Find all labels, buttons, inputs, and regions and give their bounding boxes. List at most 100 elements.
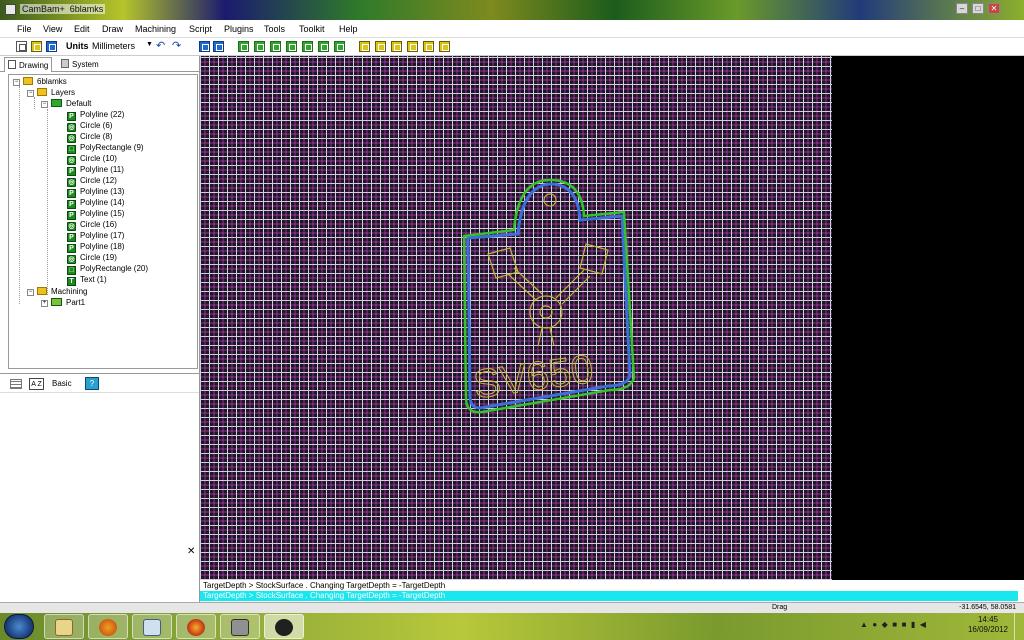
save-icon[interactable] [46, 41, 57, 52]
tree-layer-default[interactable]: − Default [41, 99, 91, 110]
tab-system[interactable]: System [58, 57, 102, 72]
taskbar-media-center[interactable] [132, 614, 172, 639]
rectangle-tool-icon[interactable] [286, 41, 297, 52]
show-desktop-button[interactable] [1014, 613, 1024, 640]
tree-machining[interactable]: − Machining [27, 287, 87, 298]
drawing-canvas[interactable]: SV650 [200, 56, 1024, 580]
doc-title: 6blamks [69, 4, 104, 14]
app-icon[interactable] [5, 4, 16, 15]
collapse-icon[interactable]: − [27, 289, 34, 296]
expand-icon[interactable]: + [41, 300, 48, 307]
pocket-op-icon[interactable] [375, 41, 386, 52]
units-select[interactable]: Millimeters [92, 41, 135, 51]
panel-close-icon[interactable]: ✕ [187, 546, 195, 557]
tree-entity-label: Polyline (15) [80, 209, 125, 218]
polyrectangle-icon: □ [67, 145, 76, 154]
tree-entity[interactable]: P Polyline (18) [67, 242, 124, 253]
engrave-op-icon[interactable] [407, 41, 418, 52]
taskbar-media-player[interactable] [88, 614, 128, 639]
menu-machining[interactable]: Machining [135, 24, 176, 34]
tree-entity[interactable]: ◎ Circle (6) [67, 121, 112, 132]
tree-entity[interactable]: ◎ Circle (10) [67, 154, 117, 165]
menu-edit[interactable]: Edit [74, 24, 90, 34]
tree-entity[interactable]: P Polyline (11) [67, 165, 124, 176]
text-tool-icon[interactable] [302, 41, 313, 52]
tray-app-icon[interactable]: ● [872, 620, 877, 629]
taskbar-explorer[interactable] [44, 614, 84, 639]
open-folder-icon[interactable] [31, 41, 42, 52]
gcode-op-icon[interactable] [439, 41, 450, 52]
menu-draw[interactable]: Draw [102, 24, 123, 34]
tree-entity[interactable]: ◎ Circle (12) [67, 176, 117, 187]
redo-icon[interactable]: ↷ [172, 39, 181, 52]
start-button[interactable] [4, 614, 34, 639]
menu-toolkit[interactable]: Toolkit [299, 24, 325, 34]
polyline-icon: P [67, 189, 76, 198]
taskbar-firefox[interactable] [176, 614, 216, 639]
menu-tools[interactable]: Tools [264, 24, 285, 34]
tab-drawing[interactable]: Drawing [4, 57, 53, 72]
chevron-down-icon[interactable]: ▼ [146, 41, 153, 48]
tree-entity[interactable]: P Polyline (15) [67, 209, 124, 220]
menu-help[interactable]: Help [339, 24, 358, 34]
arc-tool-icon[interactable] [318, 41, 329, 52]
menu-plugins[interactable]: Plugins [224, 24, 254, 34]
tree-entity-label: Circle (16) [80, 220, 117, 229]
tray-network-icon[interactable]: ▮ [911, 620, 915, 629]
left-panel: Drawing System −6blamks − Layers − Default… [0, 56, 200, 602]
tree-entity[interactable]: ◎ Circle (19) [67, 253, 117, 264]
tree-root-label: 6blamks [37, 77, 67, 86]
taskbar-cambam[interactable] [264, 614, 304, 639]
taskbar-remote-app[interactable] [220, 614, 260, 639]
tab-system-label: System [72, 60, 99, 69]
tree-entity[interactable]: P Polyline (22) [67, 110, 124, 121]
close-button[interactable]: ✕ [988, 3, 1000, 14]
menu-view[interactable]: View [43, 24, 62, 34]
polyline-tool-icon[interactable] [238, 41, 249, 52]
grid-view-icon[interactable] [199, 41, 210, 52]
lathe-op-icon[interactable] [423, 41, 434, 52]
tree-entity[interactable]: T Text (1) [67, 275, 107, 286]
taskbar-clock[interactable]: 14:45 16/09/2012 [968, 615, 1008, 635]
drill-op-icon[interactable] [391, 41, 402, 52]
tray-app-icon[interactable]: ■ [902, 620, 907, 629]
menu-file[interactable]: File [17, 24, 32, 34]
profile-op-icon[interactable] [359, 41, 370, 52]
tray-arrow-icon[interactable]: ▲ [860, 620, 868, 629]
property-mode-label[interactable]: Basic [52, 379, 72, 388]
tree-entity[interactable]: □ PolyRectangle (9) [67, 143, 144, 154]
categorized-icon[interactable] [10, 379, 22, 389]
tray-security-icon[interactable]: ◆ [882, 620, 888, 629]
tree-layers[interactable]: − Layers [27, 88, 75, 99]
menu-script[interactable]: Script [189, 24, 212, 34]
tree-entity-label: Polyline (13) [80, 187, 125, 196]
tree-entity[interactable]: □ PolyRectangle (20) [67, 264, 148, 275]
collapse-icon[interactable]: − [41, 101, 48, 108]
tree-entity[interactable]: ◎ Circle (8) [67, 132, 112, 143]
part-drawing[interactable]: SV650 [458, 176, 638, 416]
point-tool-icon[interactable] [270, 41, 281, 52]
tree-entity[interactable]: P Polyline (14) [67, 198, 124, 209]
surface-tool-icon[interactable] [334, 41, 345, 52]
tree-entity[interactable]: P Polyline (13) [67, 187, 124, 198]
table-view-icon[interactable] [213, 41, 224, 52]
maximize-button[interactable]: □ [972, 3, 984, 14]
layer-icon [51, 99, 62, 107]
tree-entity-label: Circle (10) [80, 154, 117, 163]
tray-volume-icon[interactable]: ◀ [920, 620, 926, 629]
collapse-icon[interactable]: − [13, 79, 20, 86]
new-file-icon[interactable] [16, 41, 27, 52]
tree-entity[interactable]: ◎ Circle (16) [67, 220, 117, 231]
collapse-icon[interactable]: − [27, 90, 34, 97]
tree-entity[interactable]: P Polyline (17) [67, 231, 124, 242]
tree-root[interactable]: − 6blamks [13, 77, 67, 88]
tree-part[interactable]: + Part1 [41, 298, 85, 309]
undo-icon[interactable]: ↶ [156, 39, 165, 52]
minimize-button[interactable]: – [956, 3, 968, 14]
sort-alpha-icon[interactable]: A Z [29, 378, 44, 390]
circle-tool-icon[interactable] [254, 41, 265, 52]
tree-entity-label: Polyline (18) [80, 242, 125, 251]
tray-app-icon[interactable]: ■ [892, 620, 897, 629]
message-line: TargetDepth > StockSurface . Changing Ta… [203, 581, 446, 590]
help-icon[interactable]: ? [85, 377, 99, 390]
